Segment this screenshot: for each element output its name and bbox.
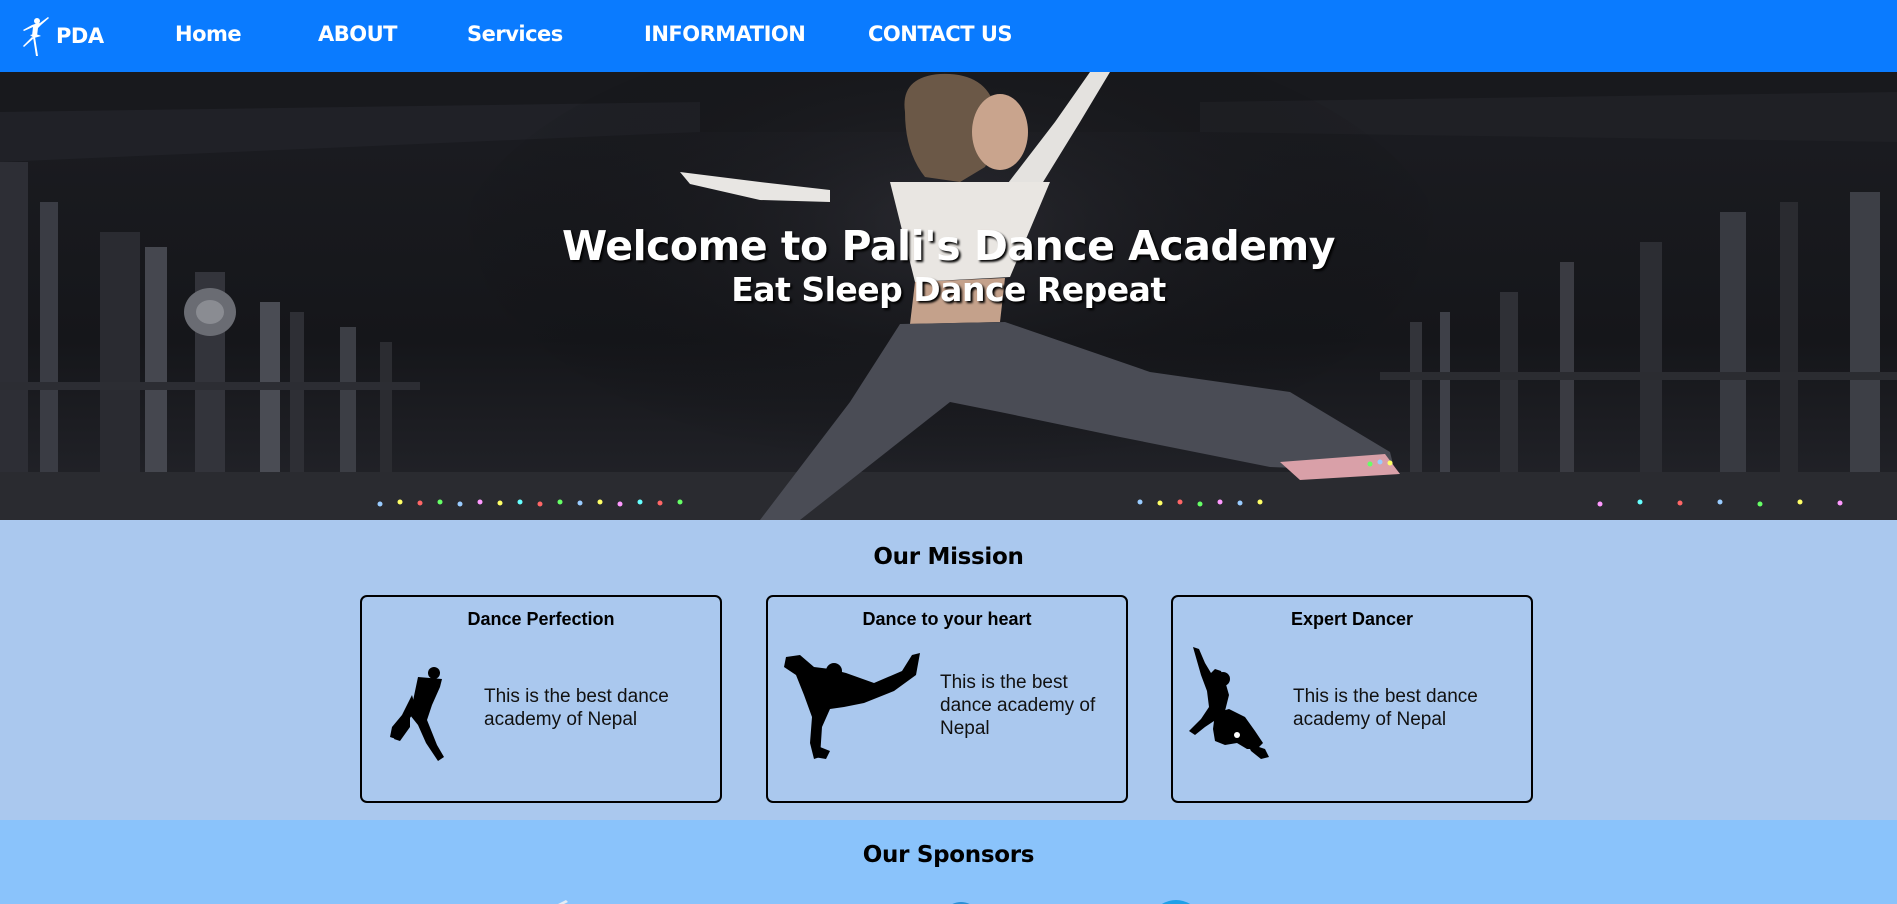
sponsors-section: Our Sponsors (0, 820, 1897, 904)
mission-section: Our Mission Dance Perfection This is the… (0, 520, 1897, 820)
mission-card: Dance to your heart This is the best dan… (766, 595, 1128, 803)
card-title: Expert Dancer (1290, 609, 1414, 629)
mission-title: Our Mission (873, 544, 1024, 570)
nav-link-contact-us[interactable]: CONTACT US (868, 22, 1013, 46)
nav-link-about[interactable]: ABOUT (318, 22, 398, 46)
nav-link-home[interactable]: Home (175, 22, 242, 46)
nav-link-services[interactable]: Services (467, 22, 563, 46)
sponsor-logo-icon (952, 902, 970, 904)
dancer-flip-icon (390, 667, 444, 761)
sponsors-title: Our Sponsors (862, 842, 1035, 868)
hip-hop-dancer-icon (1189, 647, 1269, 759)
card-text: This is the best dance academy of Nepal (1293, 686, 1478, 730)
breakdancer-freeze-icon (784, 653, 920, 759)
card-title: Dance to your heart (862, 609, 1032, 629)
hero-title: Welcome to Pali's Dance Academy (562, 222, 1335, 270)
card-title: Dance Perfection (467, 609, 615, 629)
mission-card: Dance Perfection This is the best dance … (360, 595, 722, 803)
hero-banner: Welcome to Pali's Dance Academy Eat Slee… (0, 72, 1897, 520)
sponsor-logo-icon (558, 900, 568, 904)
navbar: PDA Home ABOUT Services INFORMATION CONT… (0, 0, 1897, 72)
nav-link-information[interactable]: INFORMATION (644, 22, 806, 46)
sponsor-logo-icon (1162, 900, 1190, 904)
card-text: This is the best dance academy of Nepal (484, 686, 669, 730)
ballerina-logo-icon (23, 17, 49, 56)
card-text: This is the best dance academy of Nepal (940, 672, 1096, 739)
brand-label: PDA (56, 24, 104, 48)
mission-card: Expert Dancer This is the best dance aca… (1171, 595, 1533, 803)
hero-subtitle: Eat Sleep Dance Repeat (731, 270, 1166, 309)
brand-link[interactable]: PDA (10, 14, 130, 58)
